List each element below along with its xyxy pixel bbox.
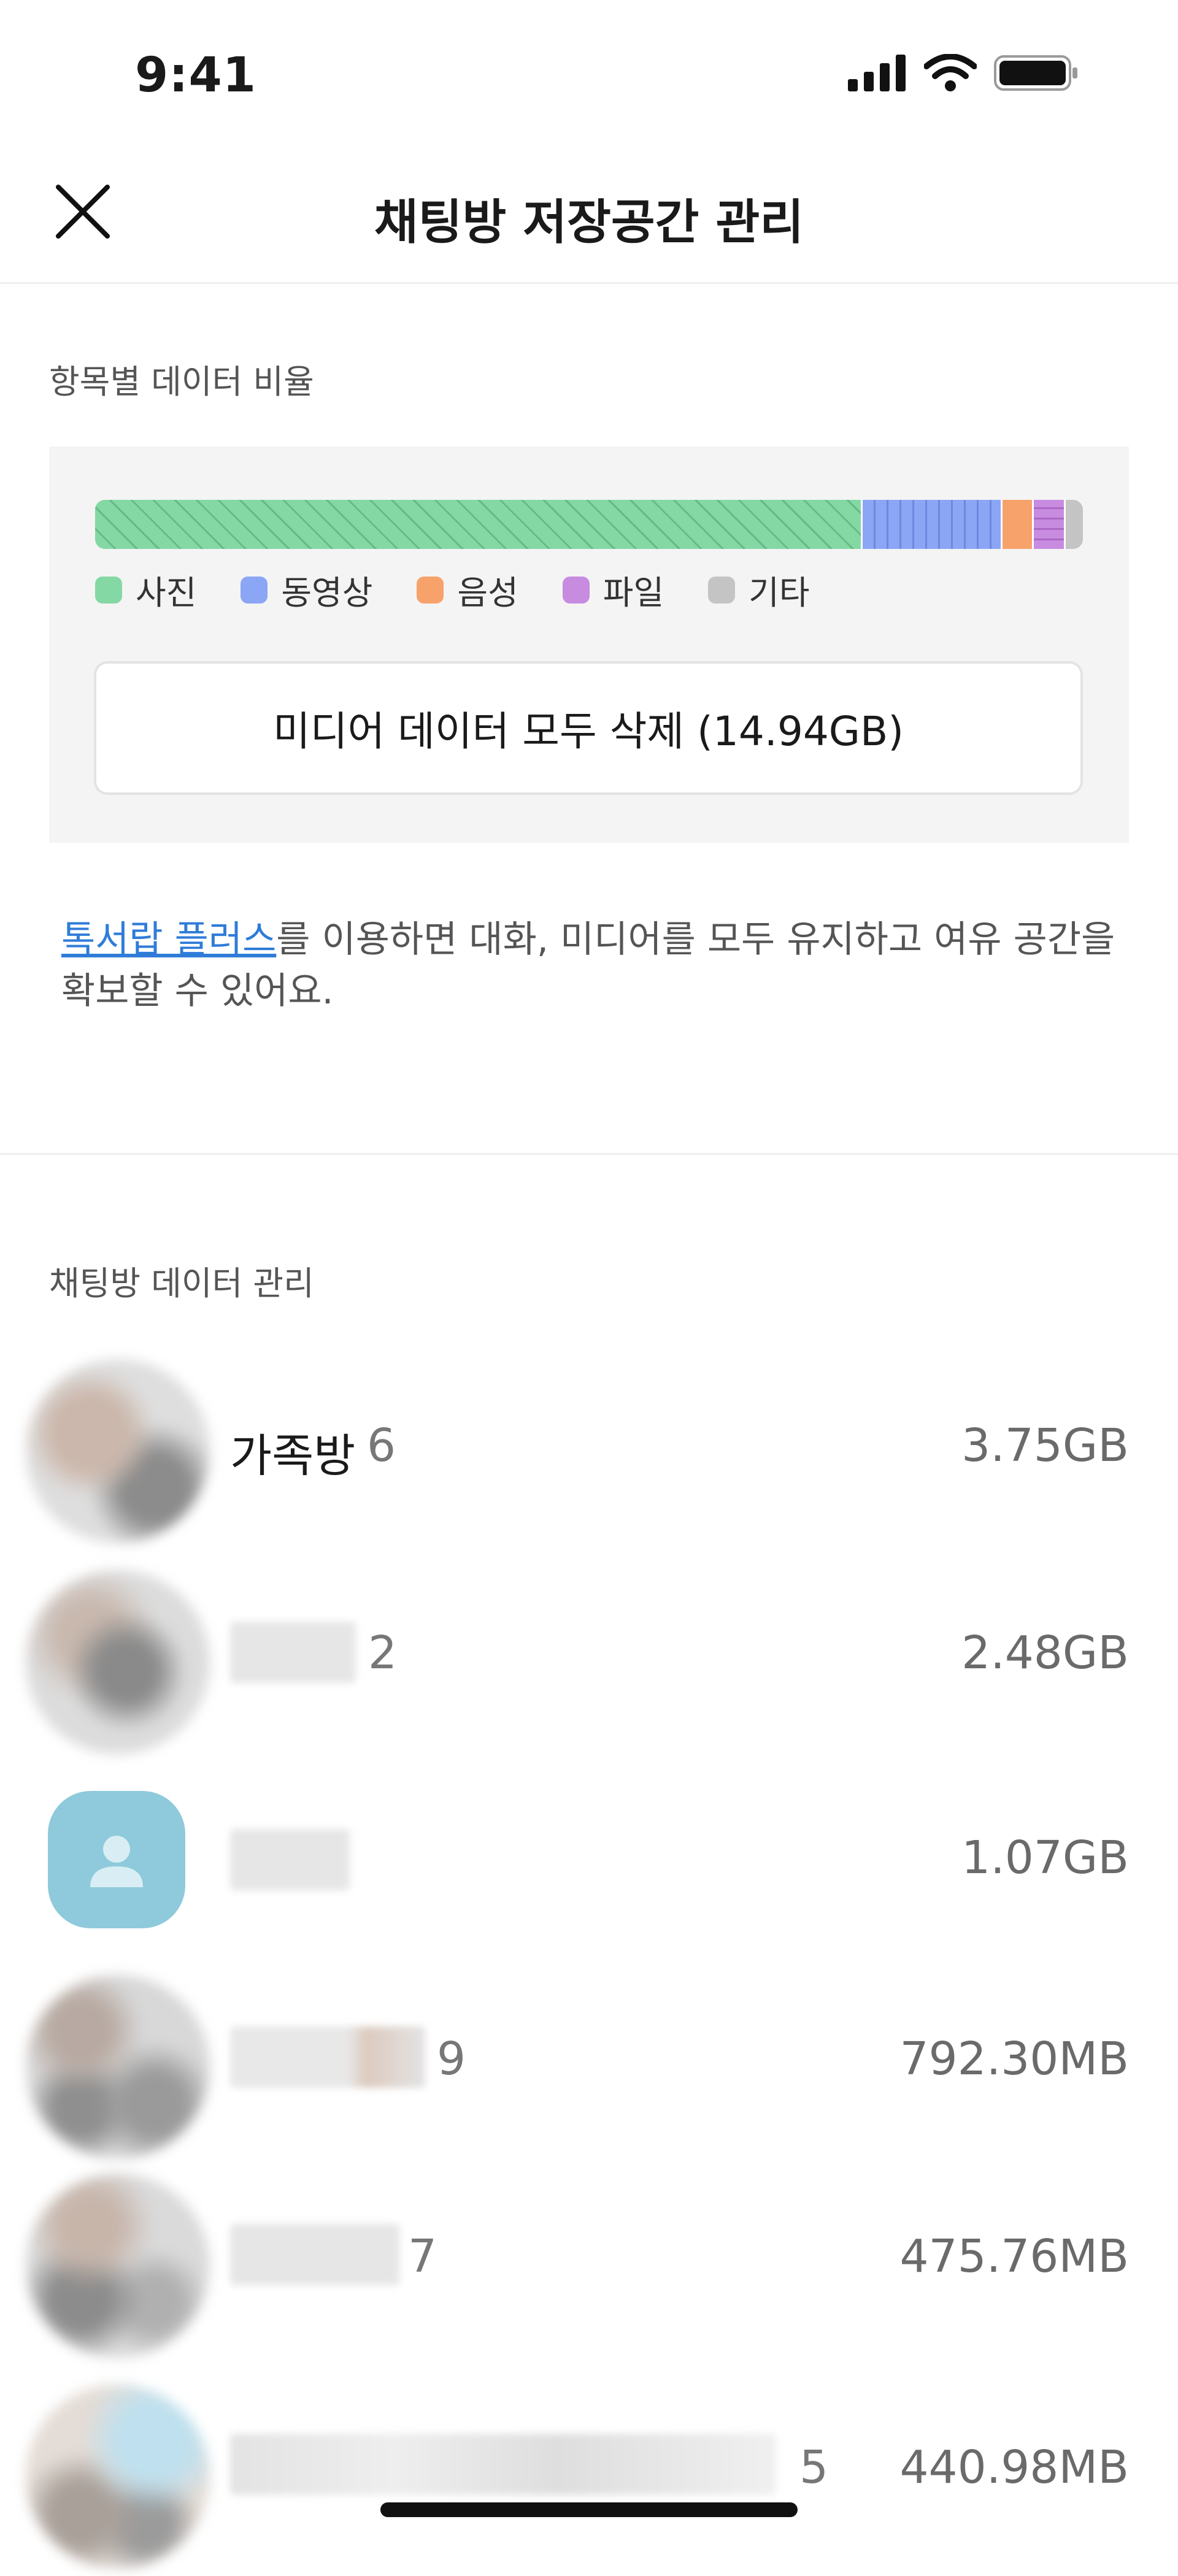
legend-label: 사진 [136,573,197,612]
legend-label: 파일 [602,573,664,612]
chat-name-redacted [230,2224,399,2285]
member-count: 9 [437,2033,466,2085]
legend-item-video: 동영상 [241,565,372,614]
chat-size: 475.76MB [899,2230,1129,2283]
chat-row[interactable]: 가족방 6 3.75GB [0,1349,1178,1553]
status-time: 9:41 [135,48,257,103]
avatar [26,1359,210,1543]
member-count: 6 [367,1419,396,1472]
promo-text: 톡서랍 플러스를 이용하면 대화, 미디어를 모두 유지하고 여유 공간을 확보… [61,914,1129,1017]
other-swatch-icon [708,576,736,604]
chat-data-label: 채팅방 데이터 관리 [49,1264,314,1303]
chat-row[interactable]: 5 440.98MB [0,2372,1178,2576]
legend-label: 기타 [749,573,810,612]
avatar [26,2174,210,2358]
chat-row[interactable]: 2 2.48GB [0,1558,1178,1761]
data-ratio-label: 항목별 데이터 비율 [49,362,314,401]
legend-label: 음성 [457,573,518,612]
legend-item-voice: 음성 [417,565,518,614]
chat-size: 440.98MB [899,2441,1129,2494]
bar-segment-other [1065,500,1083,549]
status-icons [848,54,1080,92]
member-count: 5 [799,2441,829,2494]
chat-row[interactable]: 1.07GB [0,1761,1178,1965]
page-title: 채팅방 저장공간 관리 [374,195,804,250]
legend-item-other: 기타 [708,565,810,614]
chat-size: 2.48GB [961,1627,1129,1679]
chat-size: 792.30MB [899,2033,1129,2085]
video-swatch-icon [241,576,268,604]
wifi-icon [924,54,977,91]
chat-name: 가족방 [230,1430,356,1482]
chat-row[interactable]: 7 475.76MB [0,2169,1178,2372]
chat-name-redacted [230,1622,356,1683]
battery-icon [994,55,1077,91]
bar-segment-file [1034,500,1064,549]
signal-icon [848,55,906,91]
storage-ratio-bar [95,500,1083,549]
voice-swatch-icon [417,576,444,604]
legend-item-photo: 사진 [95,565,196,614]
bar-segment-video [862,500,1001,549]
chat-name-redacted [230,2434,776,2495]
default-avatar [48,1791,185,1928]
file-swatch-icon [562,576,590,604]
chat-size: 1.07GB [961,1831,1129,1884]
section-divider [0,1153,1178,1155]
chat-name-redacted [230,1829,350,1890]
member-count: 7 [408,2230,437,2283]
chat-size: 3.75GB [961,1419,1129,1472]
delete-all-media-button[interactable]: 미디어 데이터 모두 삭제 (14.94GB) [94,661,1083,795]
bar-segment-photo [95,500,861,549]
avatar [26,1570,210,1754]
legend: 사진 동영상 음성 파일 기타 [95,565,810,614]
bar-segment-voice [1003,500,1033,549]
avatar [26,1975,210,2159]
photo-swatch-icon [95,576,122,604]
legend-label: 동영상 [281,573,373,612]
person-icon [90,1836,143,1887]
chat-row[interactable]: 9 792.30MB [0,1965,1178,2169]
talk-drawer-plus-link[interactable]: 톡서랍 플러스 [61,918,276,961]
member-count: 2 [368,1627,398,1679]
avatar [26,2385,210,2569]
home-indicator [380,2502,798,2517]
legend-item-file: 파일 [562,565,664,614]
chat-name-redacted [230,2026,425,2088]
